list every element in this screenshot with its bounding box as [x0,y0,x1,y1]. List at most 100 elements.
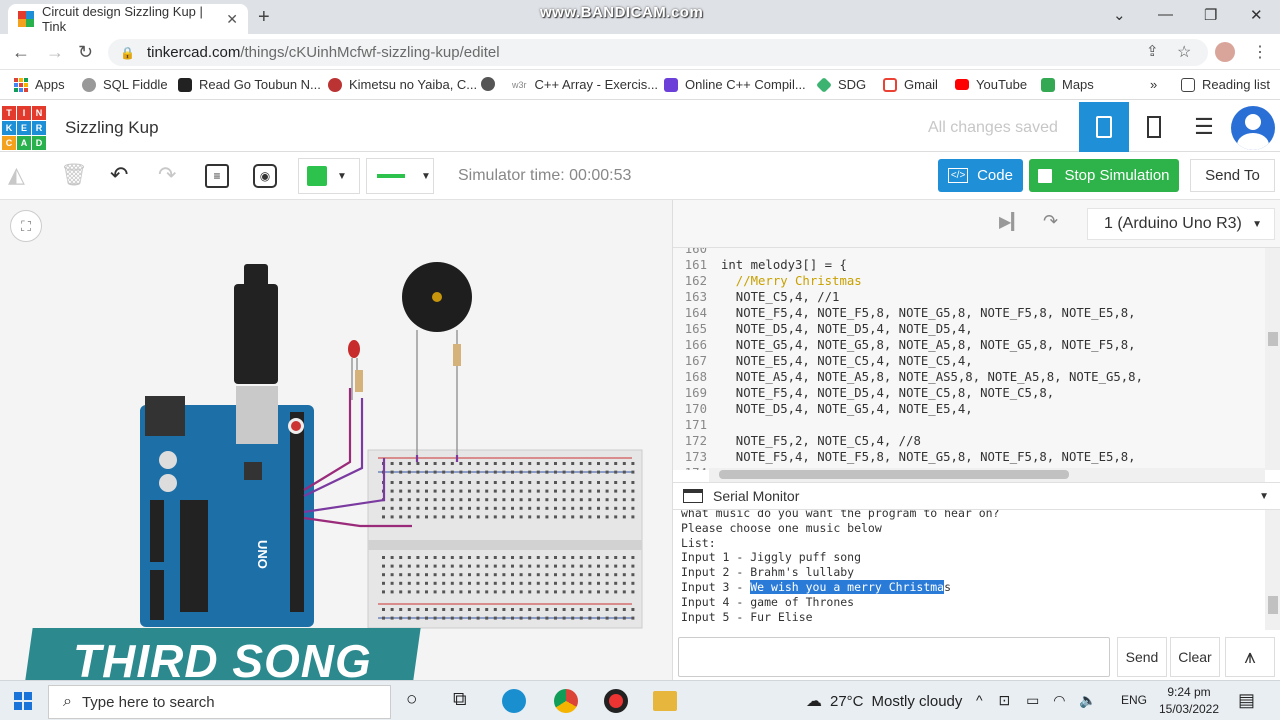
code-line[interactable]: 163 NOTE_C5,4, //1 [673,290,840,306]
graph-toggle-button[interactable]: ⩚ [1225,637,1275,677]
bookmark-gmail[interactable]: Gmail [883,77,938,92]
code-line[interactable]: 171 [673,418,721,434]
piezo-buzzer[interactable] [402,262,472,455]
cortana-icon[interactable]: ○ [406,689,417,711]
redo-icon[interactable]: ↷ [158,162,176,188]
component-list-button[interactable]: ☰ [1179,102,1229,152]
system-clock[interactable]: 9:24 pm 15/03/2022 [1156,684,1222,718]
code-line[interactable]: 168 NOTE_A5,4, NOTE_A5,8, NOTE_AS5,8, NO… [673,370,1143,386]
code-line[interactable]: 172 NOTE_F5,2, NOTE_C5,4, //8 [673,434,921,450]
share-icon[interactable]: ⇪ [1146,42,1159,60]
windows-start-icon[interactable] [14,692,32,710]
step-run-icon[interactable]: ▶▎ [999,212,1024,232]
bookmark-online-cpp[interactable]: Online C++ Compil... [664,77,806,92]
taskbar-search[interactable]: ⌕ Type here to search [48,685,391,719]
notes-icon[interactable]: ≡ [205,164,229,188]
forward-arrow-icon[interactable]: → [46,42,64,63]
bookmark-apps[interactable]: Apps [14,77,65,92]
back-arrow-icon[interactable]: ← [12,42,30,63]
chrome-icon[interactable] [554,689,578,713]
weather-widget[interactable]: ☁ 27°C Mostly cloudy [806,691,962,711]
tinkercad-logo[interactable]: TIN KER CAD [2,106,46,150]
chevron-down-icon[interactable]: ▼ [1259,491,1269,502]
profile-avatar[interactable] [1215,42,1235,62]
code-line[interactable]: 161 int melody3[] = { [673,258,847,274]
user-avatar[interactable] [1231,106,1275,150]
code-horizontal-scrollbar[interactable] [709,468,1265,482]
bookmark-star-icon[interactable]: ☆ [1177,42,1191,62]
volume-icon[interactable]: 🔈 [1079,692,1096,708]
edge-icon[interactable] [502,689,526,713]
maximize-icon[interactable]: ❐ [1204,6,1217,24]
reading-list[interactable]: Reading list [1181,77,1270,92]
bookmark-youtube[interactable]: YouTube [955,77,1027,92]
code-line[interactable]: 169 NOTE_F5,4, NOTE_D5,4, NOTE_C5,8, NOT… [673,386,1054,402]
serial-line: Input 2 - Brahm's lullaby [681,565,854,579]
input-language[interactable]: ENG [1121,693,1147,707]
bookmark-kimetsu[interactable]: Kimetsu no Yaiba, C... [328,77,477,92]
delete-icon[interactable]: 🗑 [60,162,88,188]
circuit-view-button[interactable] [1079,102,1129,152]
menu-dots-icon[interactable]: ⋮ [1252,42,1268,62]
bookmark-maps[interactable]: Maps [1041,77,1094,92]
meet-now-icon[interactable]: ⊡ [998,692,1010,708]
wire-type-picker[interactable]: ▼ [366,158,434,194]
code-line[interactable]: 162 //Merry Christmas [673,274,862,290]
more-bookmarks[interactable]: » [1150,77,1157,92]
schematic-view-button[interactable] [1129,102,1179,152]
tab-search-icon[interactable]: ⌄ [1113,6,1126,24]
close-window-icon[interactable]: ✕ [1250,6,1263,24]
serial-text: Input 5 - Fur Elise [681,609,813,624]
device-select[interactable]: 1 (Arduino Uno R3) ▼ [1087,208,1275,240]
arduino-uno[interactable]: UNO [140,264,314,627]
file-explorer-icon[interactable] [653,691,677,711]
code-vertical-scrollbar[interactable] [1265,248,1280,470]
new-tab-icon[interactable]: + [258,6,270,29]
wifi-icon[interactable]: ◠ [1053,692,1065,708]
code-editor[interactable]: 160 161 int melody3[] = {162 //Merry Chris… [673,248,1265,470]
bookmark-sql-fiddle[interactable]: SQL Fiddle [82,77,168,92]
scrollbar-thumb[interactable] [1268,332,1278,346]
send-to-button[interactable]: Send To [1190,159,1275,192]
notes-visibility-icon[interactable]: ◉ [253,164,277,188]
chevron-up-icon[interactable]: ^ [976,692,983,708]
code-line[interactable]: 173 NOTE_F5,4, NOTE_F5,8, NOTE_G5,8, NOT… [673,450,1136,466]
code-line[interactable]: 170 NOTE_D5,4, NOTE_G5,4, NOTE_E5,4, [673,402,973,418]
logo-letter: N [32,106,46,120]
scrollbar-thumb[interactable] [719,470,1069,479]
undo-icon[interactable]: ↶ [110,162,128,188]
project-title[interactable]: Sizzling Kup [65,118,159,138]
code-line[interactable]: 160 [673,248,721,258]
bookmark-sdg[interactable]: SDG [816,76,866,93]
bookmark-cpp-array[interactable]: w3r C++ Array - Exercis... [512,77,658,92]
wire-color-picker[interactable]: ▼ [298,158,360,194]
clear-button[interactable]: Clear [1170,637,1220,677]
task-view-icon[interactable]: ⧉ [453,689,467,711]
debugger-icon[interactable]: ↷ [1043,211,1058,232]
url-input[interactable]: 🔒 tinkercad.com/things/cKUinhMcfwf-sizzl… [108,39,1208,66]
notification-icon[interactable]: ▤ [1238,690,1255,711]
rotate-icon[interactable]: ◭ [8,162,25,188]
bandicam-icon[interactable] [604,689,628,713]
serial-input[interactable] [678,637,1110,677]
serial-monitor-header[interactable]: Serial Monitor ▼ [673,482,1280,510]
reload-icon[interactable]: ↻ [78,42,93,63]
serial-scrollbar[interactable] [1265,510,1280,630]
minimize-icon[interactable]: — [1158,6,1173,23]
browser-tab[interactable]: Circuit design Sizzling Kup | Tink ✕ [8,4,248,34]
stop-simulation-button[interactable]: Stop Simulation [1029,159,1179,192]
bookmark-globe[interactable] [481,77,502,91]
code-button[interactable]: </> Code [938,159,1023,192]
code-line[interactable]: 167 NOTE_E5,4, NOTE_C5,4, NOTE_C5,4, [673,354,973,370]
code-line[interactable]: 164 NOTE_F5,4, NOTE_F5,8, NOTE_G5,8, NOT… [673,306,1136,322]
code-line[interactable]: 165 NOTE_D5,4, NOTE_D5,4, NOTE_D5,4, [673,322,973,338]
close-tab-icon[interactable]: ✕ [226,11,238,28]
scrollbar-thumb[interactable] [1268,596,1278,614]
breadboard[interactable] [367,449,643,629]
battery-icon[interactable]: ▭ [1026,692,1039,708]
bookmark-go-toubun[interactable]: Read Go Toubun N... [178,77,321,92]
serial-output[interactable]: what music do you want the program to he… [673,510,1265,630]
code-line[interactable]: 166 NOTE_G5,4, NOTE_G5,8, NOTE_A5,8, NOT… [673,338,1136,354]
circuit-canvas[interactable]: ⛶ UNO THIRD SONG [0,200,672,694]
send-button[interactable]: Send [1117,637,1167,677]
